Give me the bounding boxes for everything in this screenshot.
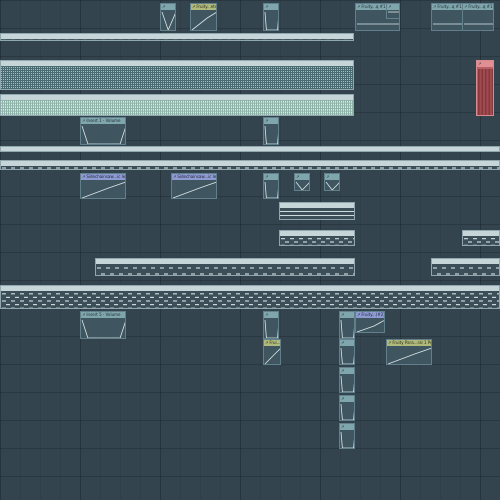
automation-curve — [340, 347, 354, 364]
automation-clip[interactable]: ↗ — [339, 423, 355, 449]
automation-clip[interactable]: ↗ — [263, 3, 279, 31]
automation-curve — [191, 12, 216, 30]
pattern-notes — [433, 267, 499, 275]
automation-curve — [161, 11, 175, 30]
automation-curve — [264, 348, 280, 364]
automation-curve — [264, 11, 278, 30]
pattern-notes — [281, 238, 354, 245]
automation-curve — [478, 69, 493, 115]
pattern-clip[interactable] — [279, 202, 355, 220]
pattern-notes — [2, 293, 499, 308]
automation-curve — [81, 125, 125, 144]
pattern-notes — [97, 267, 354, 275]
pattern-clip[interactable] — [0, 94, 354, 116]
pattern-notes — [1, 67, 352, 88]
automation-curve — [340, 319, 354, 338]
pattern-clip[interactable] — [0, 285, 500, 309]
automation-curve — [264, 319, 278, 338]
automation-clip[interactable]: ↗Insert 1 - Volume — [80, 117, 126, 145]
pattern-notes — [2, 39, 348, 40]
pattern-clip[interactable] — [95, 258, 355, 276]
automation-curve — [81, 181, 125, 198]
automation-curve — [295, 181, 309, 190]
automation-curve — [81, 319, 125, 338]
automation-curve — [433, 23, 462, 25]
automation-clip[interactable]: ↗Fruity...q #1 — [462, 3, 494, 31]
automation-curve — [464, 23, 493, 25]
automation-clip[interactable]: ↗Sidechainsaw...ic level — [80, 173, 126, 199]
automation-clip[interactable]: ↗Fruity...q #1 — [431, 3, 463, 31]
automation-curve — [340, 375, 354, 392]
automation-curve — [264, 125, 278, 144]
automation-clip[interactable]: ↗ — [386, 3, 400, 19]
automation-curve — [172, 181, 216, 198]
pattern-notes — [464, 238, 499, 245]
pattern-notes — [2, 167, 499, 169]
automation-curve — [264, 181, 278, 198]
automation-clip[interactable]: ↗ — [476, 60, 494, 116]
pattern-clip[interactable] — [0, 160, 500, 170]
automation-clip[interactable]: ↗ — [339, 395, 355, 421]
automation-clip[interactable]: ↗Fruity Para...ral 1 Pos — [386, 339, 432, 365]
automation-clip[interactable]: ↗Fruity...ets — [190, 3, 217, 31]
pattern-clip[interactable] — [0, 146, 500, 152]
automation-clip[interactable]: ↗ — [263, 117, 279, 145]
automation-clip[interactable]: ↗ — [263, 173, 279, 199]
pattern-notes — [1, 147, 500, 152]
playlist-arrangement[interactable]: ↗ ↗Fruity...ets ↗ ↗Fruity...q #1 ↗ ↗Fruity...… — [0, 0, 500, 500]
pattern-notes — [280, 211, 354, 216]
automation-clip[interactable]: ↗Insert 5 - Volume — [80, 311, 126, 339]
automation-curve — [388, 11, 399, 13]
automation-curve — [325, 181, 339, 190]
automation-clip[interactable]: ↗Fruity...(#2) — [355, 311, 385, 333]
automation-clip[interactable]: ↗ — [339, 311, 355, 339]
automation-clip[interactable]: ↗ — [160, 3, 176, 31]
automation-curve — [356, 320, 384, 332]
automation-clip[interactable]: ↗ — [324, 173, 340, 191]
pattern-notes — [1, 101, 352, 115]
automation-clip[interactable]: ↗ — [294, 173, 310, 191]
automation-clip[interactable]: ↗ — [339, 339, 355, 365]
pattern-clip[interactable] — [279, 230, 355, 246]
pattern-clip[interactable] — [462, 230, 500, 246]
automation-clip[interactable]: ↗Frui...1 — [263, 339, 281, 365]
automation-curve — [340, 431, 354, 448]
automation-curve — [340, 403, 354, 420]
automation-clip[interactable]: ↗ — [263, 311, 279, 339]
automation-clip[interactable]: ↗Sidechainsaw...ic level — [171, 173, 217, 199]
pattern-clip[interactable] — [0, 33, 354, 41]
automation-curve — [387, 347, 431, 364]
automation-clip[interactable]: ↗ — [339, 367, 355, 393]
pattern-clip[interactable] — [0, 60, 354, 90]
pattern-clip[interactable] — [431, 258, 500, 276]
